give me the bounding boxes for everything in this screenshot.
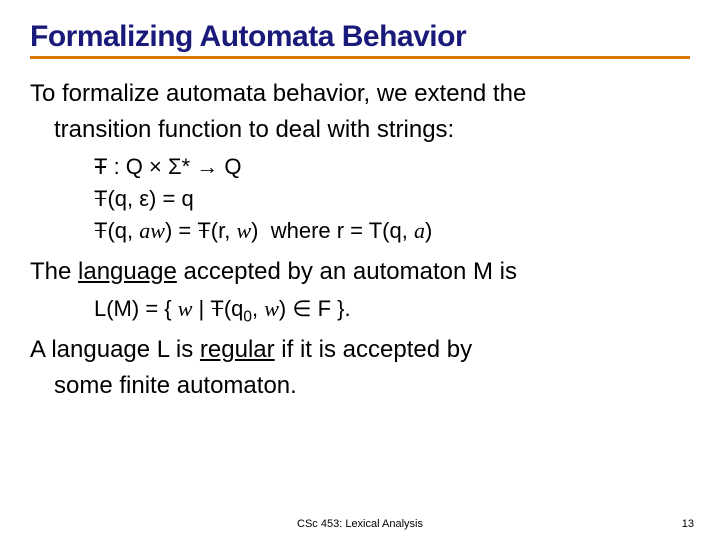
language-formula-block: L(M) = { w | T(q0, w) ∈ F }. [30,293,690,325]
intro-line-1: To formalize automata behavior, we exten… [30,79,690,109]
slide-title: Formalizing Automata Behavior [30,20,690,54]
title-rule [30,56,690,59]
formula-base-case: T(q, ε) = q [94,183,690,215]
regular-line-1: A language L is regular if it is accepte… [30,335,690,365]
formula-recursive: T(q, aw) = T(r, w) where r = T(q, a) [94,215,690,247]
formula-signature: T : Q × Σ* → Q [94,151,690,183]
language-line: The language accepted by an automaton M … [30,257,690,287]
footer-center: CSc 453: Lexical Analysis [297,518,423,530]
intro-line-2: transition function to deal with strings… [30,115,690,145]
footer-page-number: 13 [682,518,694,530]
transition-formulas: T : Q × Σ* → Q T(q, ε) = q T(q, aw) = T(… [30,151,690,247]
language-formula: L(M) = { w | T(q0, w) ∈ F }. [94,293,690,325]
regular-line-2: some finite automaton. [30,371,690,401]
